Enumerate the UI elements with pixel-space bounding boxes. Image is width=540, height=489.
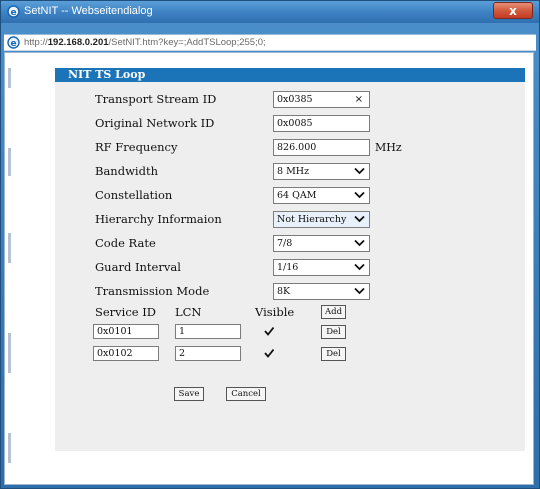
rf-frequency-input[interactable]: 826.000 — [273, 139, 370, 156]
address-bar: e http://192.168.0.201/SetNIT.htm?key=;A… — [4, 34, 536, 51]
dialog-window: e SetNIT -- Webseitendialog x e http://1… — [0, 0, 540, 489]
url-host: 192.168.0.201 — [47, 37, 109, 48]
transport-stream-id-label: Transport Stream ID — [95, 92, 217, 106]
visible-checkbox[interactable] — [264, 348, 274, 358]
ie-page-icon: e — [7, 36, 20, 49]
url-path: /SetNIT.htm?key=;AddTSLoop;255;0; — [108, 37, 266, 48]
lcn-value: 1 — [179, 326, 186, 337]
hierarchy-select[interactable]: Not Hierarchy — [273, 211, 370, 228]
constellation-select[interactable]: 64 QAM — [273, 187, 370, 204]
svg-text:e: e — [10, 39, 16, 49]
lcn-input[interactable]: 1 — [175, 324, 241, 339]
clear-icon[interactable]: × — [355, 92, 363, 107]
del-service-button[interactable]: Del — [321, 347, 346, 361]
constellation-value: 64 QAM — [277, 190, 317, 201]
service-id-value: 0x0102 — [97, 348, 133, 359]
lcn-input[interactable]: 2 — [175, 346, 241, 361]
visible-checkbox[interactable] — [264, 326, 274, 336]
add-service-button[interactable]: Add — [321, 305, 346, 319]
guard-interval-select[interactable]: 1/16 — [273, 259, 370, 276]
window-title: SetNIT -- Webseitendialog — [24, 5, 153, 17]
page-content: NIT TS Loop Transport Stream ID 0x0385 ×… — [4, 52, 534, 485]
service-id-header: Service ID — [95, 305, 157, 319]
address-url: http://192.168.0.201/SetNIT.htm?key=;Add… — [24, 37, 266, 48]
del-service-button[interactable]: Del — [321, 325, 346, 339]
bandwidth-label: Bandwidth — [95, 164, 158, 178]
nit-ts-loop-panel: NIT TS Loop Transport Stream ID 0x0385 ×… — [55, 68, 525, 451]
chevron-down-icon — [354, 287, 365, 295]
guard-interval-value: 1/16 — [277, 262, 299, 273]
save-button[interactable]: Save — [174, 387, 204, 401]
chevron-down-icon — [354, 167, 365, 175]
visible-header: Visible — [255, 305, 295, 319]
lcn-value: 2 — [179, 348, 186, 359]
cancel-button[interactable]: Cancel — [226, 387, 266, 401]
chevron-down-icon — [354, 191, 365, 199]
service-id-input[interactable]: 0x0102 — [93, 346, 159, 361]
left-scroll-gutter — [5, 53, 14, 484]
original-network-id-value: 0x0085 — [277, 118, 313, 129]
code-rate-value: 7/8 — [277, 238, 293, 249]
original-network-id-label: Original Network ID — [95, 116, 215, 130]
svg-text:e: e — [10, 8, 16, 18]
transport-stream-id-value: 0x0385 — [277, 94, 313, 105]
title-bar[interactable]: e SetNIT -- Webseitendialog x — [1, 1, 539, 23]
transmission-mode-select[interactable]: 8K — [273, 283, 370, 300]
rf-frequency-label: RF Frequency — [95, 140, 178, 154]
close-button[interactable]: x — [493, 2, 533, 19]
ie-logo-icon: e — [7, 5, 20, 18]
rf-frequency-unit: MHz — [375, 141, 402, 154]
code-rate-label: Code Rate — [95, 236, 156, 250]
chevron-down-icon — [354, 239, 365, 247]
transport-stream-id-input[interactable]: 0x0385 × — [273, 91, 370, 108]
chevron-down-icon — [354, 215, 365, 223]
panel-title: NIT TS Loop — [55, 68, 525, 82]
original-network-id-input[interactable]: 0x0085 — [273, 115, 370, 132]
bandwidth-value: 8 MHz — [277, 166, 310, 177]
guard-interval-label: Guard Interval — [95, 260, 181, 274]
rf-frequency-value: 826.000 — [277, 142, 317, 153]
url-prefix: http:// — [24, 37, 48, 48]
chevron-down-icon — [354, 263, 365, 271]
bandwidth-select[interactable]: 8 MHz — [273, 163, 370, 180]
code-rate-select[interactable]: 7/8 — [273, 235, 370, 252]
service-id-input[interactable]: 0x0101 — [93, 324, 159, 339]
constellation-label: Constellation — [95, 188, 173, 202]
service-id-value: 0x0101 — [97, 326, 133, 337]
hierarchy-label: Hierarchy Informaion — [95, 212, 222, 226]
hierarchy-value: Not Hierarchy — [277, 214, 347, 225]
lcn-header: LCN — [175, 305, 202, 319]
transmission-mode-label: Transmission Mode — [95, 284, 210, 298]
transmission-mode-value: 8K — [277, 286, 291, 297]
